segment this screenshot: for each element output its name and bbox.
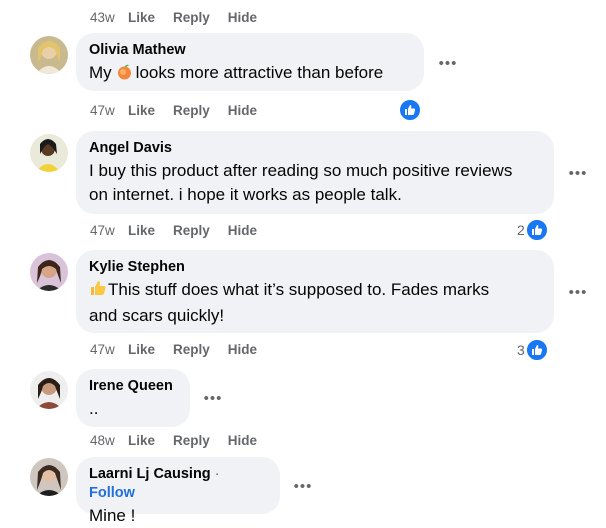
avatar[interactable] — [30, 134, 68, 172]
like-reaction-icon — [524, 338, 549, 362]
avatar[interactable] — [30, 371, 68, 409]
comment-actions-row: 48w Like Reply Hide — [76, 433, 275, 448]
hide-button[interactable]: Hide — [228, 223, 257, 238]
comment-text: .. — [89, 399, 99, 418]
comment-text-part: My — [89, 63, 112, 82]
comment-actions-row: 47w Like Reply Hide — [76, 223, 275, 238]
comment-text: I buy this product after reading so much… — [89, 159, 542, 207]
comment-text: Mine ! — [89, 506, 136, 525]
reply-button[interactable]: Reply — [173, 433, 210, 448]
like-button[interactable]: Like — [128, 10, 155, 25]
hide-button[interactable]: Hide — [228, 103, 257, 118]
comment-actions-row: 47w Like Reply Hide — [76, 103, 275, 118]
reply-button[interactable]: Reply — [173, 10, 210, 25]
hide-button[interactable]: Hide — [228, 10, 257, 25]
reaction-summary[interactable] — [398, 98, 422, 122]
comment-text-line: and scars quickly! — [89, 306, 225, 325]
more-options-icon[interactable]: ••• — [566, 285, 590, 300]
comment-bubble: Irene Queen .. — [76, 369, 190, 427]
comment-bubble: Olivia Mathew My looks more attractive th… — [76, 33, 424, 91]
like-reaction-icon — [398, 98, 422, 122]
more-options-icon[interactable]: ••• — [566, 166, 590, 181]
timestamp[interactable]: 48w — [90, 433, 128, 448]
peach-emoji-icon — [116, 63, 133, 87]
comment-actions-row: 43w Like Reply Hide — [76, 10, 275, 25]
comment-author[interactable]: Laarni Lj Causing — [89, 466, 211, 482]
comment-text: This stuff does what it’s supposed to. F… — [89, 278, 542, 328]
comment-text-line: on internet. i hope it works as people t… — [89, 185, 402, 204]
hide-button[interactable]: Hide — [228, 433, 257, 448]
like-button[interactable]: Like — [128, 223, 155, 238]
reaction-summary[interactable]: 3 — [517, 338, 549, 362]
timestamp[interactable]: 43w — [90, 10, 128, 25]
more-options-icon[interactable]: ••• — [201, 391, 225, 406]
comment-text-line: I buy this product after reading so much… — [89, 161, 513, 180]
reply-button[interactable]: Reply — [173, 103, 210, 118]
comment-actions-row: 47w Like Reply Hide — [76, 342, 275, 357]
avatar[interactable] — [30, 253, 68, 291]
timestamp[interactable]: 47w — [90, 103, 128, 118]
more-options-icon[interactable]: ••• — [436, 56, 460, 71]
comment-author[interactable]: Olivia Mathew — [89, 41, 412, 60]
reply-button[interactable]: Reply — [173, 342, 210, 357]
avatar[interactable] — [30, 36, 68, 74]
timestamp[interactable]: 47w — [90, 223, 128, 238]
comment-author[interactable]: Irene Queen — [89, 377, 178, 396]
comment-text-line: This stuff does what it’s supposed to. F… — [108, 280, 490, 299]
like-reaction-icon — [524, 218, 549, 242]
like-button[interactable]: Like — [128, 342, 155, 357]
avatar[interactable] — [30, 458, 68, 496]
more-options-icon[interactable]: ••• — [291, 479, 315, 494]
reaction-summary[interactable]: 2 — [517, 218, 549, 242]
comment-bubble: Kylie Stephen This stuff does what it’s … — [76, 250, 554, 333]
comment-bubble: Laarni Lj Causing · Follow Mine ! — [76, 457, 280, 525]
comment-author[interactable]: Kylie Stephen — [89, 258, 542, 277]
like-button[interactable]: Like — [128, 433, 155, 448]
reaction-count: 2 — [517, 222, 525, 238]
comment-author-line: Laarni Lj Causing · Follow — [89, 465, 268, 503]
hide-button[interactable]: Hide — [228, 342, 257, 357]
comment-text: My looks more attractive than before — [89, 61, 412, 87]
follow-button[interactable]: Follow — [89, 485, 135, 501]
reply-button[interactable]: Reply — [173, 223, 210, 238]
comment-author[interactable]: Angel Davis — [89, 139, 542, 158]
timestamp[interactable]: 47w — [90, 342, 128, 357]
comment-text-part: looks more attractive than before — [135, 63, 384, 82]
comment-bubble: Angel Davis I buy this product after rea… — [76, 131, 554, 214]
thumbs-up-emoji-icon — [89, 279, 107, 304]
like-button[interactable]: Like — [128, 103, 155, 118]
separator-dot: · — [214, 466, 220, 482]
reaction-count: 3 — [517, 342, 525, 358]
